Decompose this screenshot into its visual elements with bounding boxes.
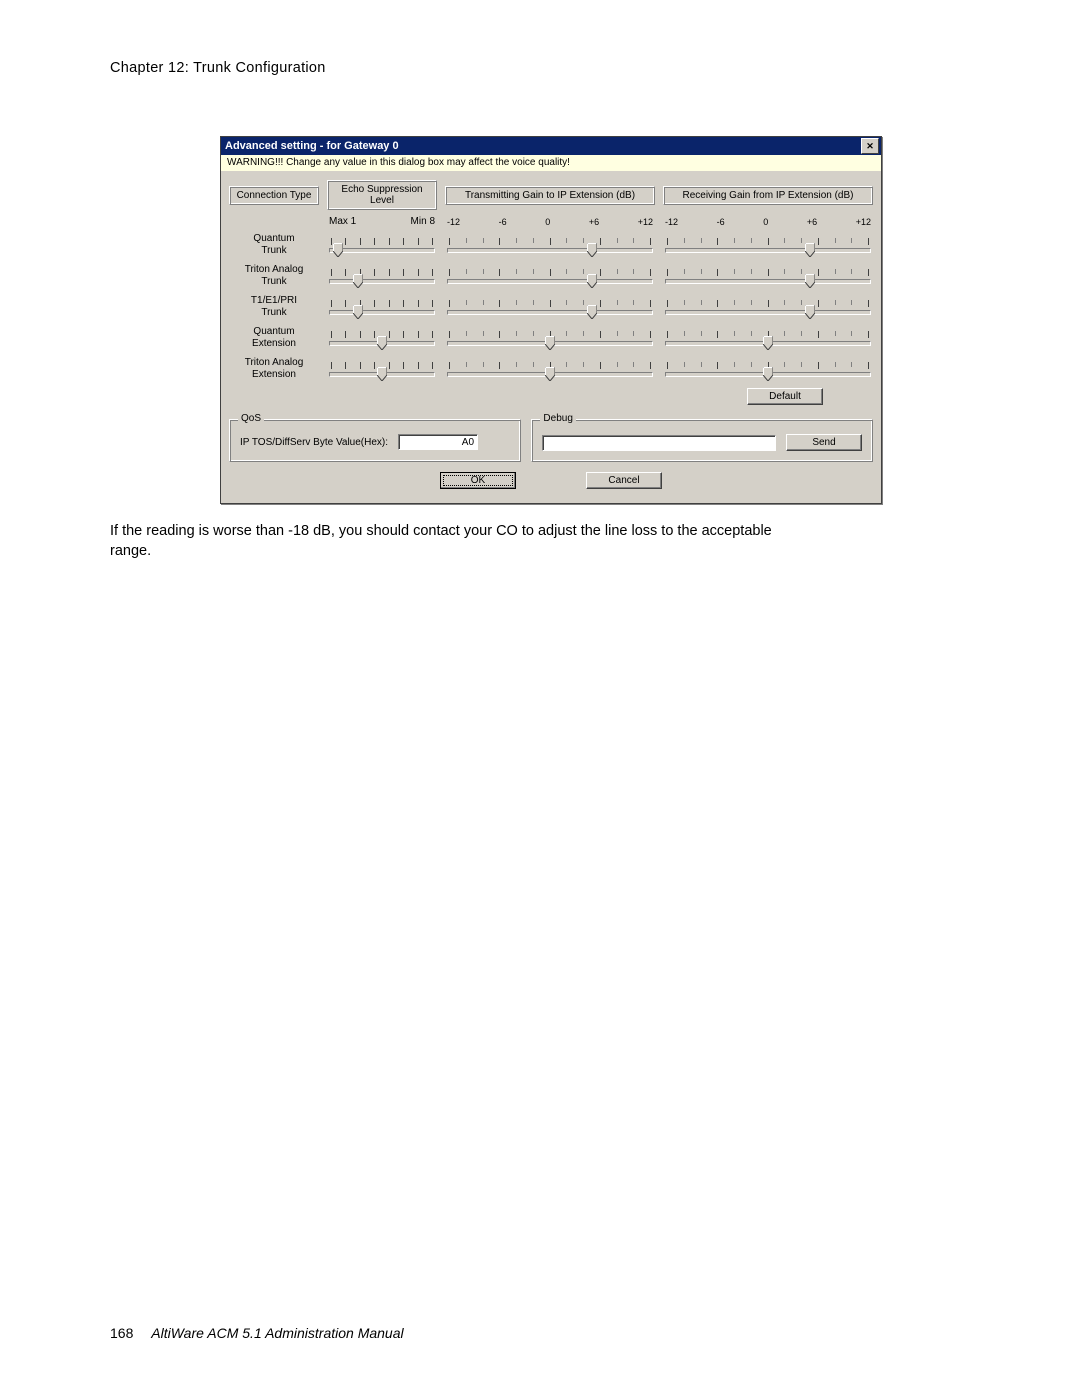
dialog-warning: WARNING!!! Change any value in this dial… [221, 155, 881, 172]
rx-gain-slider-3[interactable] [663, 327, 873, 349]
tx-gain-slider-2[interactable] [445, 296, 655, 318]
col-echo-suppression: Echo Suppression Level [327, 180, 437, 210]
chapter-heading: Chapter 12: Trunk Configuration [110, 60, 970, 76]
slider-thumb-icon[interactable] [763, 336, 773, 350]
cancel-button[interactable]: Cancel [586, 472, 662, 489]
default-button[interactable]: Default [747, 388, 823, 405]
body-paragraph: If the reading is worse than -18 dB, you… [110, 522, 810, 561]
tx-gain-slider-3[interactable] [445, 327, 655, 349]
qos-legend: QoS [238, 413, 264, 424]
echo-slider-4[interactable] [327, 358, 437, 380]
slider-thumb-icon[interactable] [353, 274, 363, 288]
echo-max-label: Max 1 [329, 216, 356, 227]
slider-thumb-icon[interactable] [545, 336, 555, 350]
tx-gain-slider-1[interactable] [445, 265, 655, 287]
slider-thumb-icon[interactable] [545, 367, 555, 381]
slider-thumb-icon[interactable] [805, 305, 815, 319]
echo-slider-3[interactable] [327, 327, 437, 349]
slider-thumb-icon[interactable] [353, 305, 363, 319]
slider-thumb-icon[interactable] [763, 367, 773, 381]
slider-thumb-icon[interactable] [587, 305, 597, 319]
row-label: Triton AnalogExtension [229, 353, 319, 384]
tx-gain-slider-4[interactable] [445, 358, 655, 380]
rx-gain-slider-2[interactable] [663, 296, 873, 318]
rx-gain-slider-1[interactable] [663, 265, 873, 287]
rx-gain-slider-0[interactable] [663, 234, 873, 256]
echo-min-label: Min 8 [411, 216, 435, 227]
debug-legend: Debug [540, 413, 575, 424]
page-number: 168 [110, 1325, 133, 1341]
echo-slider-0[interactable] [327, 234, 437, 256]
debug-input[interactable] [542, 435, 776, 451]
dialog-titlebar: Advanced setting - for Gateway 0 ✕ [221, 137, 881, 155]
qos-value-input[interactable] [398, 434, 478, 450]
dialog-title: Advanced setting - for Gateway 0 [225, 140, 399, 152]
slider-thumb-icon[interactable] [377, 367, 387, 381]
page-footer: 168 AltiWare ACM 5.1 Administration Manu… [110, 1325, 404, 1341]
close-icon[interactable]: ✕ [861, 138, 879, 154]
advanced-settings-dialog: Advanced setting - for Gateway 0 ✕ WARNI… [220, 136, 882, 504]
echo-slider-1[interactable] [327, 265, 437, 287]
slider-thumb-icon[interactable] [377, 336, 387, 350]
col-rx-gain: Receiving Gain from IP Extension (dB) [663, 186, 873, 205]
ok-button[interactable]: OK [440, 472, 516, 489]
tx-scale-labels: -12 -6 0 +6 +12 [445, 217, 655, 227]
debug-group: Debug Send [531, 419, 873, 462]
slider-thumb-icon[interactable] [805, 243, 815, 257]
rx-gain-slider-4[interactable] [663, 358, 873, 380]
echo-scale-labels: Max 1 Min 8 [327, 216, 437, 227]
row-label: T1/E1/PRITrunk [229, 291, 319, 322]
slider-thumb-icon[interactable] [587, 243, 597, 257]
book-title: AltiWare ACM 5.1 Administration Manual [151, 1325, 403, 1341]
rx-scale-labels: -12 -6 0 +6 +12 [663, 217, 873, 227]
send-button[interactable]: Send [786, 434, 862, 451]
row-label: Triton AnalogTrunk [229, 260, 319, 291]
tx-gain-slider-0[interactable] [445, 234, 655, 256]
slider-thumb-icon[interactable] [805, 274, 815, 288]
col-tx-gain: Transmitting Gain to IP Extension (dB) [445, 186, 655, 205]
qos-group: QoS IP TOS/DiffServ Byte Value(Hex): [229, 419, 521, 462]
slider-thumb-icon[interactable] [333, 243, 343, 257]
qos-label: IP TOS/DiffServ Byte Value(Hex): [240, 437, 388, 448]
col-connection-type: Connection Type [229, 186, 319, 205]
slider-thumb-icon[interactable] [587, 274, 597, 288]
row-label: QuantumTrunk [229, 229, 319, 260]
row-label: QuantumExtension [229, 322, 319, 353]
echo-slider-2[interactable] [327, 296, 437, 318]
